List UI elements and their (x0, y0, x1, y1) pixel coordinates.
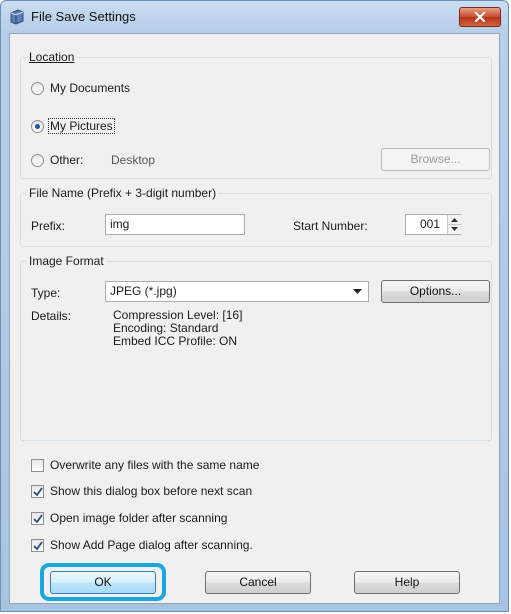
close-button[interactable] (459, 7, 501, 27)
spinner-up-down-icon (448, 218, 461, 231)
prefix-input[interactable]: img (105, 214, 245, 235)
image-format-group-title: Image Format (27, 254, 106, 268)
checkmark-icon (33, 514, 43, 524)
help-button[interactable]: Help (354, 571, 460, 594)
show-dialog-checkbox-label: Show this dialog box before next scan (50, 484, 253, 498)
file-save-settings-dialog: File Save Settings Location My Documents… (0, 0, 509, 612)
type-label: Type: (31, 286, 61, 300)
radio-my-documents-label: My Documents (50, 81, 131, 95)
add-page-checkbox-label: Show Add Page dialog after scanning. (50, 538, 253, 552)
window-title: File Save Settings (31, 9, 136, 24)
other-path-text: Desktop (111, 153, 156, 167)
radio-other-label: Other: (50, 153, 84, 167)
overwrite-checkbox-label: Overwrite any files with the same name (50, 458, 260, 472)
open-folder-checkbox-label: Open image folder after scanning (50, 511, 228, 525)
scanner-app-icon (10, 9, 24, 25)
details-line: Embed ICC Profile: ON (113, 334, 238, 348)
ok-button-highlight (40, 563, 166, 601)
chevron-down-icon (353, 289, 362, 294)
title-bar[interactable]: File Save Settings (1, 1, 508, 33)
checkmark-icon (33, 541, 43, 551)
cancel-button[interactable]: Cancel (205, 571, 311, 594)
overwrite-checkbox[interactable] (31, 459, 44, 472)
options-button[interactable]: Options... (381, 280, 490, 303)
details-label: Details: (31, 309, 72, 323)
start-number-spinner[interactable] (447, 215, 461, 234)
details-text: Compression Level: [16] Encoding: Standa… (113, 309, 242, 348)
type-select[interactable]: JPEG (*.jpg) (105, 281, 369, 302)
open-folder-checkbox[interactable] (31, 512, 44, 525)
file-name-group-title: File Name (Prefix + 3-digit number) (27, 186, 219, 200)
browse-button[interactable]: Browse... (381, 148, 490, 171)
checkmark-icon (33, 487, 43, 497)
radio-my-pictures-label: My Pictures (48, 118, 115, 134)
radio-other[interactable] (31, 154, 44, 167)
radio-my-documents[interactable] (31, 82, 44, 95)
prefix-label: Prefix: (31, 219, 66, 233)
start-number-label: Start Number: (293, 219, 368, 233)
location-group-title: Location (27, 50, 77, 64)
dialog-body: Location My Documents My Pictures Other:… (9, 33, 500, 604)
radio-my-pictures[interactable] (31, 120, 44, 133)
show-dialog-checkbox[interactable] (31, 485, 44, 498)
add-page-checkbox[interactable] (31, 539, 44, 552)
close-icon (474, 12, 486, 22)
